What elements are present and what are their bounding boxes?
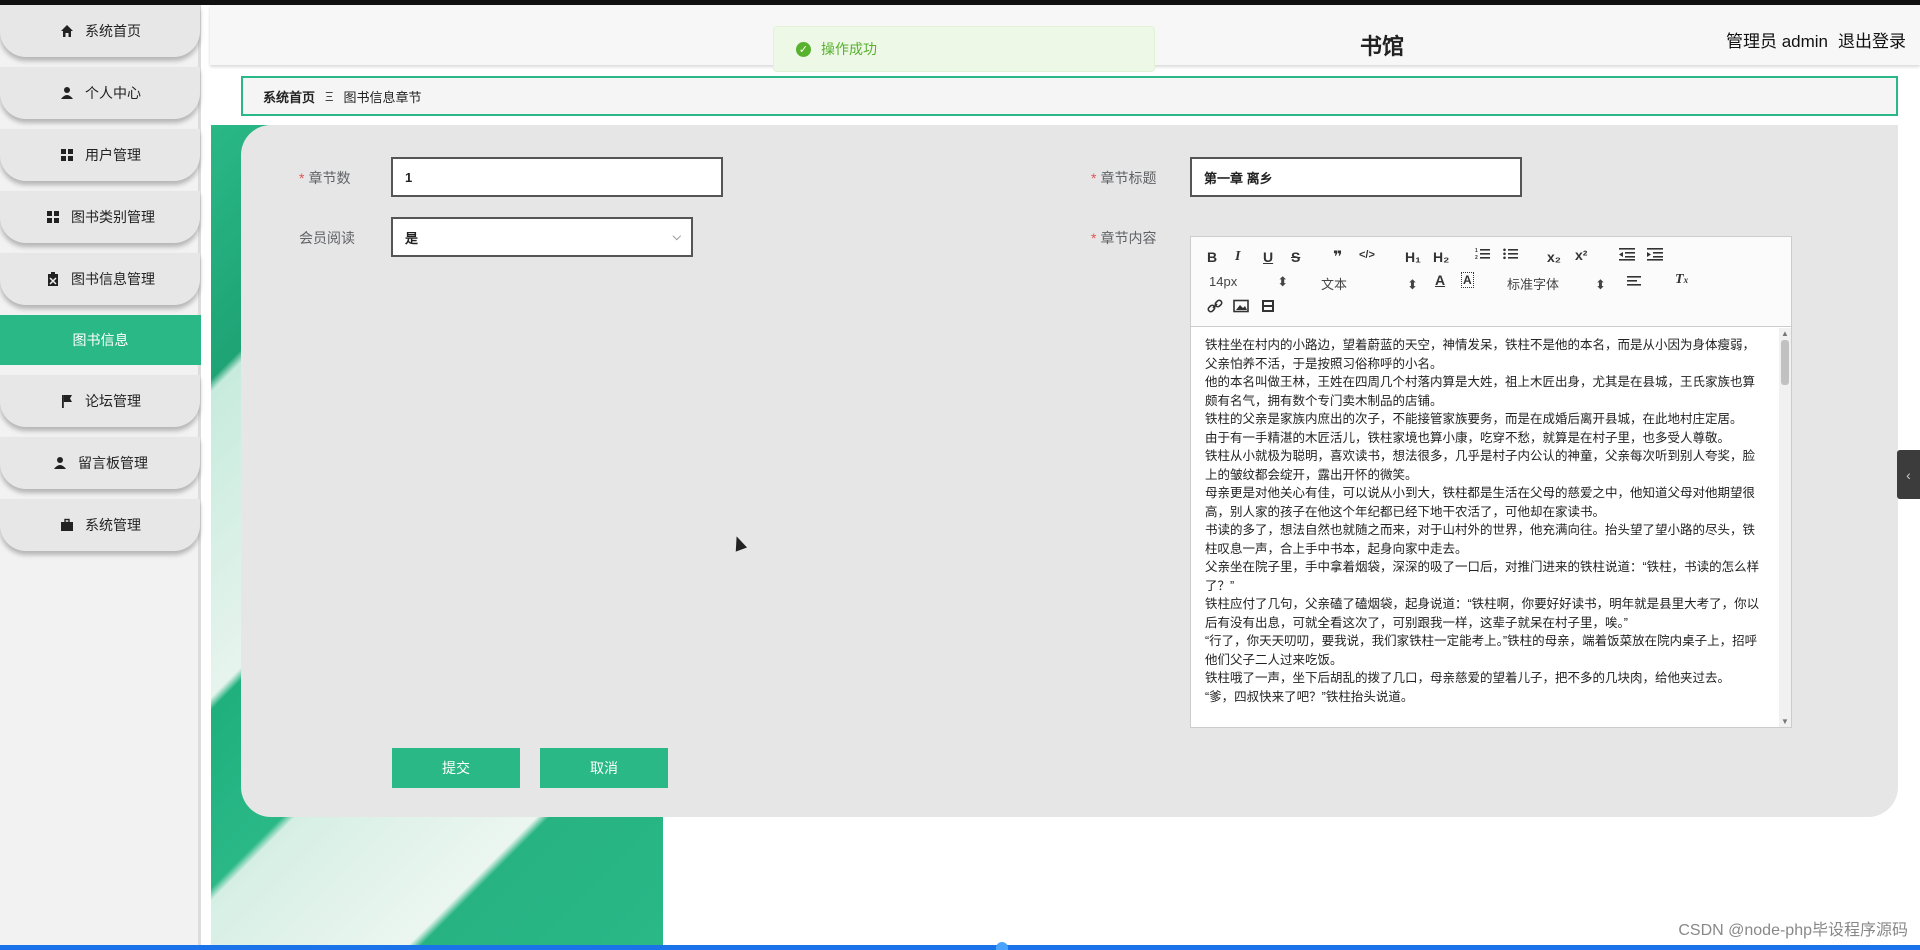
content-paragraph: 铁柱的父亲是家族内庶出的次子，不能接管家族要务，而是在成婚后离开县城，在此地村庄… [1205, 412, 1743, 426]
progress-handle [996, 942, 1008, 950]
briefcase-icon [59, 517, 75, 533]
member-read-value: 是 [405, 230, 419, 246]
sidebar-item-label: 个人中心 [85, 85, 141, 101]
bottom-progress-bar [0, 945, 1920, 950]
content-paragraph: 铁柱哦了一声，坐下后胡乱的拨了几口，母亲慈爱的望着儿子，把不多的几块肉，给他夹过… [1205, 671, 1731, 685]
font-family-select[interactable]: 标准字体 ⬍ [1507, 274, 1606, 293]
video-icon[interactable] [1261, 299, 1275, 316]
breadcrumb-current: 图书信息章节 [343, 89, 422, 105]
indent-icon[interactable] [1647, 247, 1663, 264]
sidebar-item-label: 论坛管理 [85, 393, 141, 409]
breadcrumb: 系统首页 Ξ 图书信息章节 [241, 76, 1898, 116]
sidebar-item-forum[interactable]: 论坛管理 [0, 375, 200, 427]
submit-button[interactable]: 提交 [392, 748, 520, 788]
scroll-down-icon[interactable]: ▼ [1781, 717, 1789, 726]
select-arrows-icon: ⬍ [1595, 277, 1606, 292]
superscript-button[interactable]: x² [1575, 247, 1587, 263]
watermark: CSDN @node-php毕设程序源码 [1678, 922, 1908, 939]
heading2-button[interactable]: H₂ [1433, 249, 1449, 265]
logout-button[interactable]: 退出登录 [1838, 27, 1906, 52]
chapter-title-label: * 章节标题 [1091, 170, 1157, 186]
editor-scrollbar[interactable]: ▲ ▼ [1779, 328, 1791, 727]
chapter-content-editor[interactable]: B I U S ❞ </> H₁ H₂ 12 x₂ x² 14px ⬍ 文本 ⬍ A… [1190, 236, 1792, 728]
sidebar-item-book-category[interactable]: 图书类别管理 [0, 191, 200, 243]
sidebar-item-message-board[interactable]: 留言板管理 [0, 437, 200, 489]
sidebar-item-label: 图书信息管理 [71, 271, 155, 287]
breadcrumb-separator: Ξ [325, 88, 334, 104]
subscript-button[interactable]: x₂ [1547, 249, 1561, 265]
flag-icon [59, 393, 75, 409]
content-paragraph: 书读的多了，想法自然也就随之而来，对于山村外的世界，他充满向往。抬头望了望小路的… [1205, 523, 1756, 556]
bullet-list-icon[interactable] [1503, 247, 1519, 264]
heading1-button[interactable]: H₁ [1405, 249, 1421, 265]
content-paragraph: 铁柱应付了几句，父亲磕了磕烟袋，起身说道：“铁柱啊，你要好好读书，明年就是县里大… [1205, 597, 1760, 630]
sidebar-item-label: 系统首页 [85, 23, 141, 39]
code-block-button[interactable]: </> [1359, 249, 1375, 261]
clipboard-icon [45, 271, 61, 287]
sidebar-item-label: 留言板管理 [78, 455, 148, 471]
check-circle-icon: ✓ [796, 41, 811, 57]
sidebar-item-book-info[interactable]: 图书信息管理 [0, 253, 200, 305]
link-icon[interactable] [1207, 299, 1223, 316]
current-user: 管理员 admin [1725, 32, 1828, 51]
content-paragraph: 母亲更是对他关心有佳，可以说从小到大，铁柱都是生活在父母的慈爱之中，他知道父母对… [1205, 486, 1756, 519]
sidebar-subitem-book-info[interactable]: 图书信息 [0, 315, 201, 365]
user-icon [59, 85, 75, 101]
svg-text:1: 1 [1475, 248, 1478, 254]
editor-content[interactable]: 铁柱坐在村内的小路边，望着蔚蓝的天空，神情发呆，铁柱不是他的本名，而是从小因为身… [1191, 328, 1779, 727]
user-icon [52, 455, 68, 471]
strike-button[interactable]: S [1291, 249, 1300, 265]
site-title: 书馆 [1360, 34, 1405, 59]
sidebar-item-profile[interactable]: 个人中心 [0, 67, 200, 119]
scrollbar-thumb[interactable] [1781, 340, 1789, 385]
font-color-icon[interactable]: A [1435, 272, 1445, 288]
grid-icon [59, 147, 75, 163]
content-paragraph: 他的本名叫做王林，王姓在四周几个村落内算是大姓，祖上木匠出身，尤其是在县城，王氏… [1205, 375, 1756, 408]
sidebar: 系统首页 个人中心 用户管理 图书类别管理 图书信息管理 图书信息 论坛管理 留… [0, 5, 201, 945]
font-size-select[interactable]: 14px ⬍ [1209, 274, 1288, 290]
editor-toolbar: B I U S ❞ </> H₁ H₂ 12 x₂ x² 14px ⬍ 文本 ⬍ A… [1191, 237, 1791, 327]
grid-icon [45, 209, 61, 225]
underline-button[interactable]: U [1263, 249, 1273, 265]
sidebar-item-label: 图书类别管理 [71, 209, 155, 225]
member-read-select[interactable]: 是 ⌵ [391, 217, 693, 257]
member-read-label: 会员阅读 [299, 230, 355, 246]
sidebar-item-label: 用户管理 [85, 147, 141, 163]
sidebar-item-label: 系统管理 [85, 517, 141, 533]
chapter-number-label: * 章节数 [299, 170, 351, 186]
select-arrows-icon: ⬍ [1277, 274, 1289, 289]
clear-format-icon[interactable]: Tx [1675, 272, 1688, 288]
content-paragraph: “行了，你天天叨叨，要我说，我们家铁柱一定能考上。”铁柱的母亲，端着饭菜放在院内… [1205, 634, 1758, 667]
text-type-select[interactable]: 文本 ⬍ [1321, 274, 1418, 293]
content-paragraph: 铁柱坐在村内的小路边，望着蔚蓝的天空，神情发呆，铁柱不是他的本名，而是从小因为身… [1205, 338, 1756, 371]
chapter-number-input[interactable]: 1 [391, 157, 723, 197]
chevron-down-icon: ⌵ [672, 231, 681, 243]
chapter-title-input[interactable]: 第一章 离乡 [1190, 157, 1522, 197]
sidebar-item-home[interactable]: 系统首页 [0, 5, 200, 57]
sidebar-item-system[interactable]: 系统管理 [0, 499, 200, 551]
ordered-list-icon[interactable]: 12 [1475, 247, 1491, 264]
align-icon[interactable] [1627, 274, 1643, 290]
select-arrows-icon: ⬍ [1407, 277, 1418, 292]
content-paragraph: “爹，四叔快来了吧？”铁柱抬头说道。 [1205, 689, 1414, 704]
sidebar-item-users[interactable]: 用户管理 [0, 129, 200, 181]
bold-button[interactable]: B [1207, 249, 1217, 265]
background-color-icon[interactable]: A [1461, 272, 1474, 288]
breadcrumb-home[interactable]: 系统首页 [263, 87, 315, 106]
side-panel-toggle[interactable]: ‹ [1897, 450, 1920, 499]
outdent-icon[interactable] [1619, 247, 1635, 264]
scroll-up-icon[interactable]: ▲ [1781, 329, 1789, 338]
italic-button[interactable]: I [1235, 249, 1240, 265]
toast-message: 操作成功 [821, 41, 877, 57]
content-paragraph: 由于有一手精湛的木匠活儿，铁柱家境也算小康，吃穿不愁，就算是在村子里，也多受人尊… [1205, 430, 1731, 445]
content-paragraph: 父亲坐在院子里，手中拿着烟袋，深深的吸了一口后，对推门进来的铁柱说道：“铁柱，书… [1205, 560, 1760, 593]
cancel-button[interactable]: 取消 [540, 748, 668, 788]
success-toast: ✓ 操作成功 [773, 26, 1155, 72]
image-icon[interactable] [1233, 299, 1249, 316]
blockquote-button[interactable]: ❞ [1333, 247, 1342, 267]
content-paragraph: 铁柱从小就极为聪明，喜欢读书，想法很多，几乎是村子内公认的神童，父亲每次听到别人… [1205, 449, 1756, 482]
svg-text:2: 2 [1475, 255, 1478, 261]
home-icon [59, 23, 75, 39]
chapter-content-label: * 章节内容 [1091, 230, 1157, 246]
